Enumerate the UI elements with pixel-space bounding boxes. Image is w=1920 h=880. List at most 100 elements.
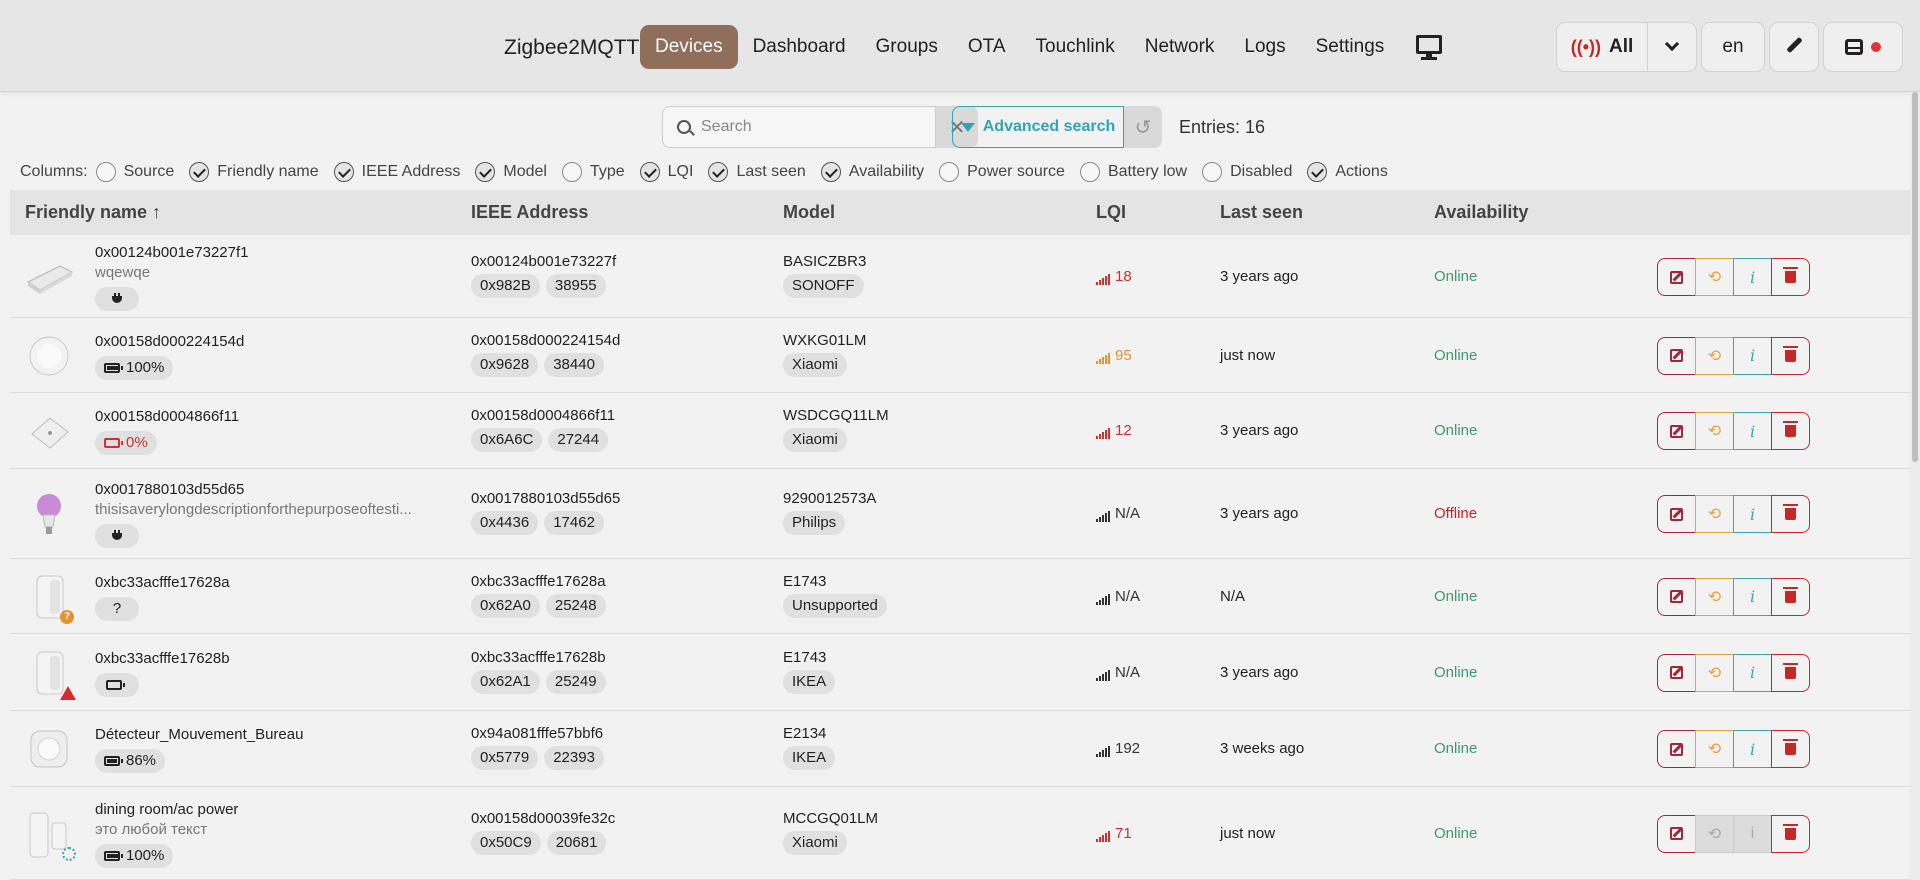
- interview-button[interactable]: i: [1733, 653, 1772, 692]
- device-friendly-name-link[interactable]: Détecteur_Mouvement_Bureau: [95, 726, 303, 743]
- remove-device-button[interactable]: [1771, 577, 1810, 616]
- nav-dashboard[interactable]: Dashboard: [738, 25, 861, 69]
- device-model-link[interactable]: E2134: [783, 725, 826, 742]
- nav-network[interactable]: Network: [1130, 25, 1230, 69]
- network-address-badges: 0x62A1 25249: [471, 669, 612, 694]
- interview-button[interactable]: i: [1733, 730, 1772, 768]
- nav-logs[interactable]: Logs: [1229, 25, 1300, 69]
- nav-ota[interactable]: OTA: [953, 25, 1021, 69]
- column-toggle-availability[interactable]: Availability: [820, 162, 924, 182]
- column-checkbox[interactable]: [95, 162, 116, 182]
- column-checkbox[interactable]: [189, 162, 210, 182]
- nav-groups[interactable]: Groups: [861, 25, 953, 69]
- rename-button[interactable]: [1657, 258, 1696, 296]
- language-select[interactable]: en: [1701, 22, 1765, 72]
- interview-button[interactable]: i: [1733, 577, 1772, 616]
- device-friendly-name-link[interactable]: 0xbc33acfffe17628a: [95, 574, 230, 591]
- interview-button[interactable]: i: [1733, 258, 1772, 296]
- reconfigure-button[interactable]: ⟲: [1695, 336, 1734, 375]
- interview-button[interactable]: i: [1733, 412, 1772, 450]
- column-toggle-power-source[interactable]: Power source: [939, 162, 1065, 182]
- column-checkbox[interactable]: [561, 162, 582, 182]
- search-input[interactable]: [701, 118, 901, 136]
- column-checkbox[interactable]: [939, 162, 960, 182]
- monitor-icon[interactable]: [1415, 33, 1443, 61]
- header-lqi[interactable]: LQI: [1096, 202, 1126, 223]
- remove-device-button[interactable]: [1771, 336, 1810, 375]
- nav-settings[interactable]: Settings: [1301, 25, 1400, 69]
- header-model[interactable]: Model: [783, 202, 835, 223]
- column-toggle-type[interactable]: Type: [561, 162, 625, 182]
- device-model-link[interactable]: E1743: [783, 573, 826, 590]
- theme-button[interactable]: [1769, 22, 1819, 72]
- nav-touchlink[interactable]: Touchlink: [1021, 25, 1130, 69]
- device-model-link[interactable]: WXKG01LM: [783, 332, 866, 349]
- column-checkbox[interactable]: [820, 162, 841, 182]
- remove-device-button[interactable]: [1771, 412, 1810, 450]
- device-friendly-name-link[interactable]: dining room/ac power: [95, 801, 238, 818]
- device-friendly-name-link[interactable]: 0x00158d000224154d: [95, 333, 244, 350]
- device-friendly-name-link[interactable]: 0x00158d0004866f11: [95, 408, 239, 425]
- interview-button[interactable]: i: [1733, 495, 1772, 533]
- column-toggle-lqi[interactable]: LQI: [639, 162, 693, 182]
- rename-button[interactable]: [1657, 495, 1696, 533]
- header-ieee-address[interactable]: IEEE Address: [471, 202, 588, 223]
- rename-button[interactable]: [1657, 653, 1696, 692]
- header-friendly-name[interactable]: Friendly name ↑: [25, 202, 161, 223]
- rename-button[interactable]: [1657, 336, 1696, 375]
- reset-filter-button[interactable]: ↺: [1124, 106, 1162, 148]
- column-toggle-disabled[interactable]: Disabled: [1202, 162, 1292, 182]
- ieee-address: 0x94a081fffe57bbf6: [471, 725, 604, 742]
- notifications-button[interactable]: [1823, 22, 1903, 72]
- column-toggle-source[interactable]: Source: [95, 162, 174, 182]
- header-last-seen[interactable]: Last seen: [1220, 202, 1303, 223]
- reconfigure-button[interactable]: ⟲: [1695, 730, 1734, 768]
- column-toggle-friendly-name[interactable]: Friendly name: [189, 162, 319, 182]
- device-model-link[interactable]: E1743: [783, 649, 826, 666]
- nav-devices[interactable]: Devices: [640, 25, 738, 69]
- column-checkbox[interactable]: [475, 162, 496, 182]
- rename-button[interactable]: [1657, 730, 1696, 768]
- bridge-select[interactable]: ((•)) All: [1556, 22, 1648, 72]
- remove-device-button[interactable]: [1771, 814, 1810, 853]
- header-availability[interactable]: Availability: [1434, 202, 1528, 223]
- column-toggle-last-seen[interactable]: Last seen: [708, 162, 806, 182]
- column-toggle-actions[interactable]: Actions: [1307, 162, 1388, 182]
- interview-button[interactable]: i: [1733, 336, 1772, 375]
- column-checkbox[interactable]: [1079, 162, 1100, 182]
- column-checkbox[interactable]: [1202, 162, 1223, 182]
- remove-device-button[interactable]: [1771, 653, 1810, 692]
- scrollbar-thumb[interactable]: [1912, 92, 1918, 462]
- remove-device-button[interactable]: [1771, 258, 1810, 296]
- device-friendly-name-link[interactable]: 0xbc33acfffe17628b: [95, 650, 230, 667]
- column-checkbox[interactable]: [708, 162, 729, 182]
- scrollbar[interactable]: [1910, 92, 1920, 880]
- bridge-dropdown-toggle[interactable]: [1647, 22, 1697, 72]
- rename-button[interactable]: [1657, 814, 1696, 853]
- column-toggle-model[interactable]: Model: [475, 162, 547, 182]
- reconfigure-button[interactable]: ⟲: [1695, 495, 1734, 533]
- remove-device-button[interactable]: [1771, 730, 1810, 768]
- vendor-badge: Xiaomi: [783, 352, 847, 377]
- brand-title[interactable]: Zigbee2MQTT: [504, 36, 639, 60]
- device-model-link[interactable]: WSDCGQ11LM: [783, 407, 889, 424]
- column-checkbox[interactable]: [639, 162, 660, 182]
- power-source-badge: ?: [95, 596, 145, 621]
- reconfigure-button[interactable]: ⟲: [1695, 258, 1734, 296]
- device-model-link[interactable]: BASICZBR3: [783, 253, 866, 270]
- device-friendly-name-link[interactable]: 0x0017880103d55d65: [95, 481, 244, 498]
- device-model-link[interactable]: MCCGQ01LM: [783, 810, 878, 827]
- column-checkbox[interactable]: [333, 162, 354, 182]
- column-checkbox[interactable]: [1307, 162, 1328, 182]
- device-model-link[interactable]: 9290012573A: [783, 490, 876, 507]
- column-toggle-battery-low[interactable]: Battery low: [1079, 162, 1187, 182]
- rename-button[interactable]: [1657, 577, 1696, 616]
- reconfigure-button[interactable]: ⟲: [1695, 412, 1734, 450]
- rename-button[interactable]: [1657, 412, 1696, 450]
- column-toggle-ieee-address[interactable]: IEEE Address: [333, 162, 460, 182]
- advanced-search-button[interactable]: Advanced search: [952, 106, 1124, 148]
- remove-device-button[interactable]: [1771, 495, 1810, 533]
- device-friendly-name-link[interactable]: 0x00124b001e73227f1: [95, 244, 249, 261]
- reconfigure-button[interactable]: ⟲: [1695, 577, 1734, 616]
- reconfigure-button[interactable]: ⟲: [1695, 653, 1734, 692]
